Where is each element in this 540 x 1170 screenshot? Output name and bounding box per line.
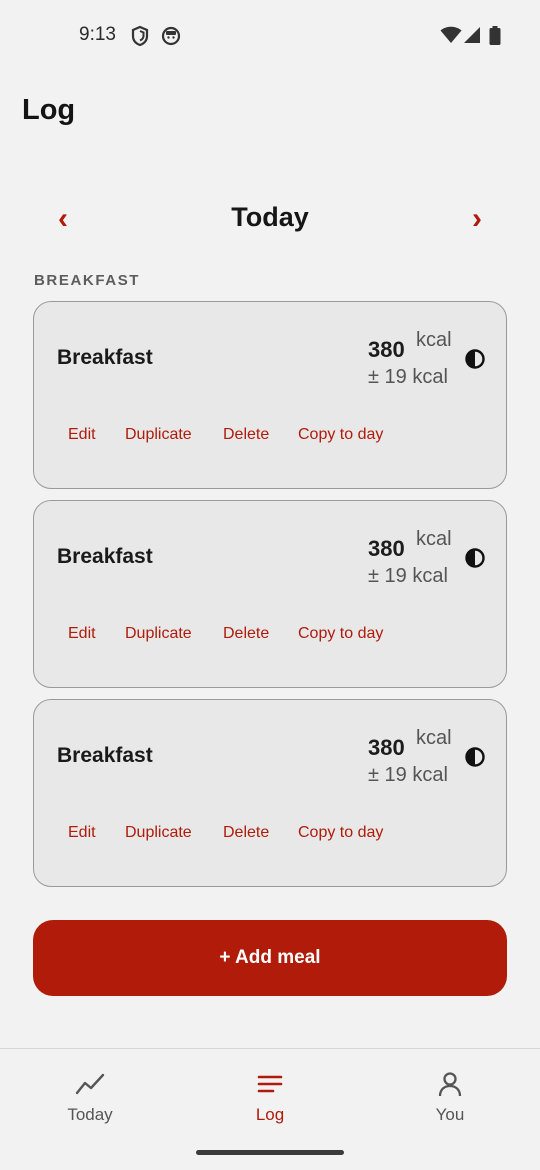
copy-to-day-button[interactable]: Copy to day [298, 426, 383, 444]
kcal-range: ± 19 kcal [368, 764, 448, 786]
home-indicator[interactable] [196, 1150, 344, 1155]
day-title: Today [231, 202, 309, 232]
nav-item-you[interactable]: You [390, 1071, 510, 1141]
edit-button[interactable]: Edit [68, 824, 96, 842]
wifi-icon [440, 26, 462, 49]
nav-label-you: You [435, 1105, 465, 1124]
copy-to-day-button[interactable]: Copy to day [298, 625, 383, 643]
meal-name: Breakfast [57, 346, 153, 369]
kcal-value: 380 [368, 735, 405, 760]
meal-card[interactable]: Breakfast 380 kcal ± 19 kcal Edit Duplic… [33, 699, 507, 887]
kcal-range: ± 19 kcal [368, 366, 448, 388]
nav-item-log[interactable]: Log [210, 1071, 330, 1141]
duplicate-button[interactable]: Duplicate [125, 625, 192, 643]
person-icon [390, 1071, 510, 1097]
kcal-value: 380 [368, 337, 405, 362]
contrast-icon [464, 746, 486, 768]
meal-name: Breakfast [57, 545, 153, 568]
kcal-unit: kcal [416, 727, 452, 749]
page-title: Log [22, 94, 76, 126]
shield-icon [131, 25, 151, 47]
duplicate-button[interactable]: Duplicate [125, 426, 192, 444]
face-icon [161, 25, 181, 47]
add-meal-button[interactable]: + Add meal [33, 920, 507, 996]
kcal-unit: kcal [416, 329, 452, 351]
meal-card[interactable]: Breakfast 380 kcal ± 19 kcal Edit Duplic… [33, 500, 507, 688]
trend-chart-icon [30, 1071, 150, 1097]
contrast-icon [464, 348, 486, 370]
kcal-range: ± 19 kcal [368, 565, 448, 587]
kcal-unit: kcal [416, 528, 452, 550]
signal-icon [463, 26, 481, 49]
edit-button[interactable]: Edit [68, 426, 96, 444]
kcal-value: 380 [368, 536, 405, 561]
copy-to-day-button[interactable]: Copy to day [298, 824, 383, 842]
menu-lines-icon [210, 1071, 330, 1097]
nav-label-today: Today [67, 1105, 113, 1124]
meal-name: Breakfast [57, 744, 153, 767]
nav-label-log: Log [255, 1105, 285, 1124]
edit-button[interactable]: Edit [68, 625, 96, 643]
status-bar: 9:13 [0, 0, 540, 72]
contrast-icon [464, 547, 486, 569]
day-navigation: ‹ Today › [33, 195, 507, 243]
status-time: 9:13 [79, 24, 116, 45]
section-label: BREAKFAST [34, 272, 141, 289]
battery-icon [489, 26, 501, 50]
delete-button[interactable]: Delete [223, 625, 269, 643]
duplicate-button[interactable]: Duplicate [125, 824, 192, 842]
nav-item-today[interactable]: Today [30, 1071, 150, 1141]
next-day-button[interactable]: › [447, 195, 507, 243]
meal-card[interactable]: Breakfast 380 kcal ± 19 kcal Edit Duplic… [33, 301, 507, 489]
delete-button[interactable]: Delete [223, 824, 269, 842]
delete-button[interactable]: Delete [223, 426, 269, 444]
